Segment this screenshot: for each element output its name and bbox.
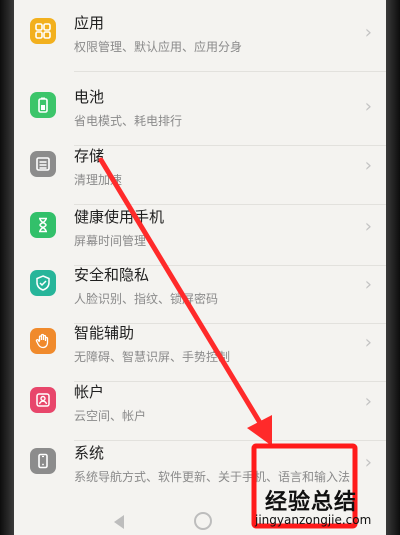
settings-item-subtitle: 权限管理、默认应用、应用分身 [74, 40, 243, 54]
chevron-right-icon: › [364, 216, 372, 237]
shield-icon [30, 270, 56, 296]
chevron-right-icon: › [364, 22, 372, 43]
settings-item-subtitle: 清理加速 [74, 173, 123, 187]
home-icon[interactable] [194, 512, 212, 530]
system-icon [30, 448, 56, 474]
settings-item-title: 应用 [74, 14, 105, 32]
device-frame-right [386, 0, 400, 535]
apps-icon [30, 18, 56, 44]
chevron-right-icon: › [364, 391, 372, 412]
chevron-right-icon: › [364, 332, 372, 353]
settings-item-subtitle: 无障碍、智慧识屏、手势控制 [74, 350, 231, 364]
watermark-title: 经验总结 [265, 490, 358, 515]
account-icon [30, 387, 56, 413]
battery-icon [30, 92, 56, 118]
back-icon[interactable] [114, 515, 124, 529]
settings-item-subtitle: 屏幕时间管理 [74, 234, 147, 248]
chevron-right-icon: › [364, 274, 372, 295]
watermark-url: jingyanzongjie.com [255, 513, 372, 527]
settings-item-title: 系统 [74, 444, 105, 462]
settings-item-subtitle: 人脸识别、指纹、锁屏密码 [74, 292, 219, 306]
device-frame-left [0, 0, 14, 535]
chevron-right-icon: › [364, 155, 372, 176]
settings-screen: 应用 权限管理、默认应用、应用分身 › 电池 省电模式、耗电排行 › 存储 清理… [14, 0, 386, 535]
settings-item-title: 安全和隐私 [74, 266, 150, 284]
hand-icon [30, 328, 56, 354]
watermark: 经验总结 jingyanzongjie.com [255, 480, 400, 535]
storage-icon [30, 151, 56, 177]
settings-item-subtitle: 省电模式、耗电排行 [74, 114, 183, 128]
settings-item-title: 存储 [74, 147, 105, 165]
settings-item-title: 电池 [74, 88, 105, 106]
settings-item-subtitle: 云空间、帐户 [74, 409, 147, 423]
hourglass-icon [30, 212, 56, 238]
chevron-right-icon: › [364, 96, 372, 117]
settings-item-apps[interactable]: 应用 权限管理、默认应用、应用分身 › [14, 0, 386, 72]
chevron-right-icon: › [364, 452, 372, 473]
settings-item-title: 智能辅助 [74, 324, 135, 342]
settings-item-title: 健康使用手机 [74, 208, 165, 226]
settings-item-title: 帐户 [74, 383, 105, 401]
